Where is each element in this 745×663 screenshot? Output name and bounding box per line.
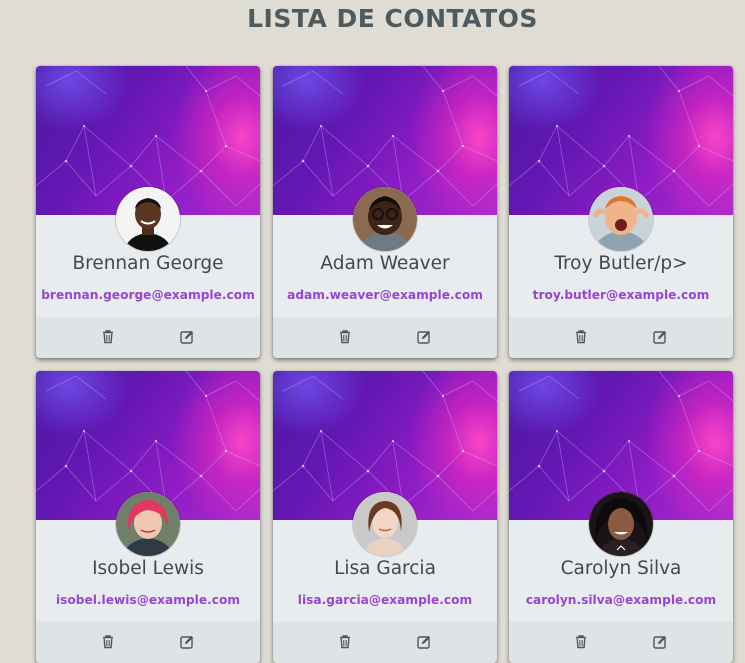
avatar xyxy=(589,492,653,556)
trash-icon xyxy=(337,329,353,345)
delete-button[interactable] xyxy=(337,329,353,345)
avatar xyxy=(589,187,653,251)
edit-button[interactable] xyxy=(416,329,432,345)
edit-icon xyxy=(416,634,432,650)
edit-button[interactable] xyxy=(179,634,195,650)
contact-name: Troy Butler/p> xyxy=(554,253,688,274)
edit-icon xyxy=(652,634,668,650)
card-actions xyxy=(36,622,260,663)
trash-icon xyxy=(100,329,116,345)
trash-icon xyxy=(100,634,116,650)
contact-email[interactable]: isobel.lewis@example.com xyxy=(36,593,260,607)
edit-button[interactable] xyxy=(652,329,668,345)
contact-name: Lisa Garcia xyxy=(334,558,436,579)
contact-card: Carolyn Silva carolyn.silva@example.com xyxy=(509,371,733,663)
delete-button[interactable] xyxy=(573,329,589,345)
avatar xyxy=(353,187,417,251)
card-actions xyxy=(273,622,497,663)
contact-name: Isobel Lewis xyxy=(92,558,204,579)
contact-card: Brennan George brennan.george@example.co… xyxy=(36,66,260,358)
card-actions xyxy=(273,317,497,358)
contact-email[interactable]: lisa.garcia@example.com xyxy=(273,593,497,607)
contact-name: Brennan George xyxy=(72,253,224,274)
page-title: LISTA DE CONTATOS xyxy=(247,4,538,33)
edit-button[interactable] xyxy=(179,329,195,345)
contact-card: Isobel Lewis isobel.lewis@example.com xyxy=(36,371,260,663)
edit-button[interactable] xyxy=(416,634,432,650)
delete-button[interactable] xyxy=(337,634,353,650)
avatar xyxy=(116,187,180,251)
contact-name: Adam Weaver xyxy=(320,253,450,274)
contact-name: Carolyn Silva xyxy=(560,558,682,579)
edit-icon xyxy=(652,329,668,345)
contact-email[interactable]: carolyn.silva@example.com xyxy=(509,593,733,607)
avatar xyxy=(116,492,180,556)
contact-card: Adam Weaver adam.weaver@example.com xyxy=(273,66,497,358)
card-actions xyxy=(36,317,260,358)
trash-icon xyxy=(573,329,589,345)
trash-icon xyxy=(573,634,589,650)
contact-email[interactable]: troy.butler@example.com xyxy=(509,288,733,302)
contact-email[interactable]: brennan.george@example.com xyxy=(36,288,260,302)
contact-card: Troy Butler/p> troy.butler@example.com xyxy=(509,66,733,358)
avatar xyxy=(353,492,417,556)
delete-button[interactable] xyxy=(573,634,589,650)
edit-icon xyxy=(179,634,195,650)
edit-icon xyxy=(179,329,195,345)
delete-button[interactable] xyxy=(100,634,116,650)
card-actions xyxy=(509,622,733,663)
trash-icon xyxy=(337,634,353,650)
contact-card: Lisa Garcia lisa.garcia@example.com xyxy=(273,371,497,663)
contact-email[interactable]: adam.weaver@example.com xyxy=(273,288,497,302)
edit-button[interactable] xyxy=(652,634,668,650)
card-actions xyxy=(509,317,733,358)
edit-icon xyxy=(416,329,432,345)
delete-button[interactable] xyxy=(100,329,116,345)
